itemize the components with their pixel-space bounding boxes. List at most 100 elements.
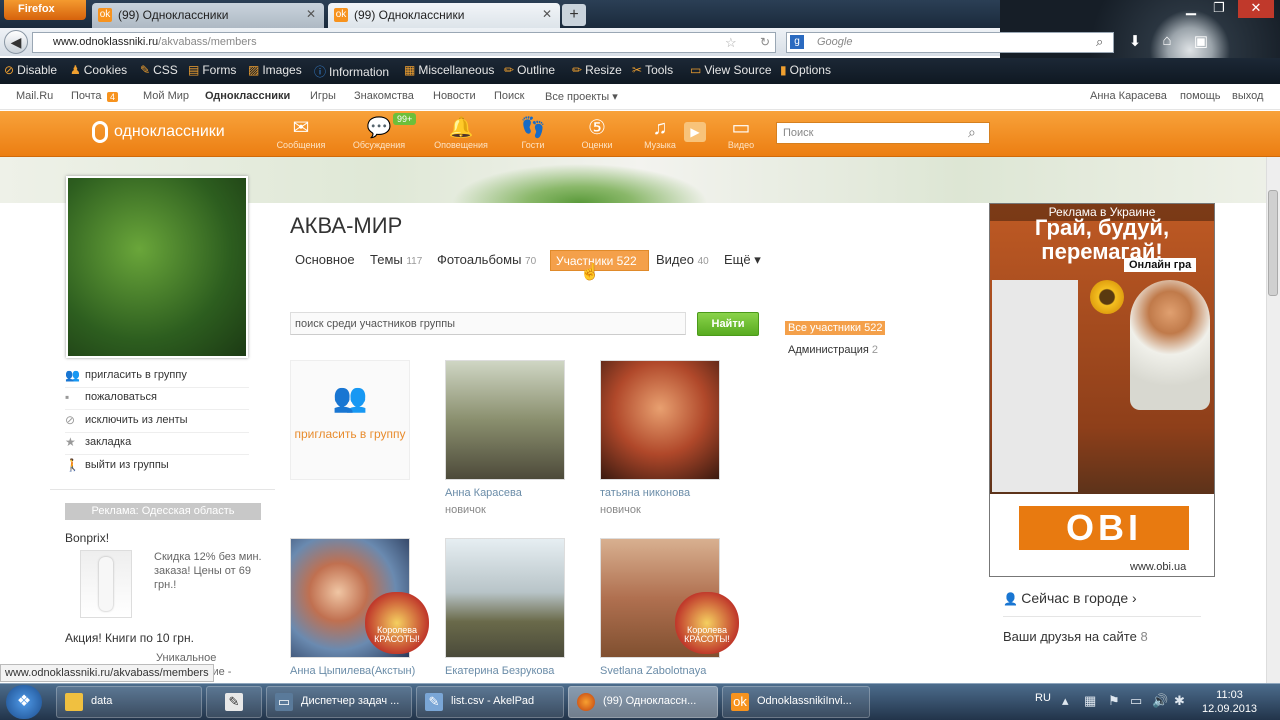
new-tab-button[interactable]: + (562, 4, 586, 26)
google-engine-icon[interactable]: g (790, 35, 804, 49)
firefox-menu-button[interactable]: Firefox (4, 0, 86, 20)
tab-main[interactable]: Основное (295, 252, 355, 267)
topline-mail[interactable]: Почта (71, 90, 102, 102)
taskbar-data-folder[interactable]: data (56, 686, 202, 718)
tray-network-icon[interactable]: ▦ (1084, 693, 1096, 709)
invite-card[interactable]: 👥 пригласить в группу (290, 360, 410, 480)
scrollbar-thumb[interactable] (1268, 190, 1278, 296)
find-button[interactable]: Найти (697, 312, 759, 336)
taskbar-editor[interactable]: ✎ (206, 686, 262, 718)
tray-flag-icon[interactable]: ⚑ (1108, 693, 1120, 709)
topline-all-projects[interactable]: Все проекты ▾ (545, 90, 618, 103)
member-name[interactable]: татьяна никонова (600, 487, 690, 499)
toolbar-tools[interactable]: ✂ Tools (632, 63, 673, 77)
member-photo[interactable] (445, 360, 565, 480)
tray-monitor-icon[interactable]: ▭ (1130, 693, 1142, 709)
browser-search-input[interactable]: Google (786, 32, 1114, 53)
toolbar-miscellaneous[interactable]: ▦ Miscellaneous (404, 63, 494, 77)
maximize-icon[interactable]: ❐ (1206, 0, 1232, 18)
play-icon[interactable]: ▶ (684, 122, 706, 142)
topline-dating[interactable]: Знакомства (354, 90, 414, 102)
taskbar-ok-inviter[interactable]: ok OdnoklassnikiInvi... (722, 686, 870, 718)
close-tab-icon[interactable]: ✕ (306, 7, 316, 21)
member-photo[interactable] (445, 538, 565, 658)
ok-logo[interactable]: одноклассники (92, 121, 225, 143)
topline-logout[interactable]: выход (1232, 90, 1263, 102)
toolbar-resize[interactable]: ✏ Resize (572, 63, 622, 77)
tray-volume-icon[interactable]: 🔊 (1152, 693, 1168, 709)
bookmark-link[interactable]: ★ закладка (65, 433, 249, 455)
minimize-icon[interactable]: ▁ (1178, 0, 1204, 18)
ad-bonprix-text[interactable]: Скидка 12% без мин. заказа! Цены от 69 г… (154, 550, 262, 592)
close-tab-icon[interactable]: ✕ (542, 7, 552, 21)
city-now-link[interactable]: 👤 Сейчас в городе › (1003, 590, 1137, 606)
taskbar-firefox[interactable]: (99) Одноклассн... (568, 686, 718, 718)
reload-icon[interactable]: ↻ (760, 35, 770, 49)
tray-arrow-icon[interactable]: ▴ (1062, 693, 1069, 709)
obi-logo[interactable]: OBI (1019, 506, 1189, 550)
member-name[interactable]: Анна Карасева (445, 487, 522, 499)
toolbar-images[interactable]: ▨ Images (248, 63, 302, 77)
ok-search-input[interactable]: Поиск (776, 122, 990, 144)
bookmark-star-icon[interactable]: ☆ (725, 35, 737, 51)
address-bar[interactable]: www.odnoklassniki.ru/akvabass/members (32, 32, 776, 53)
header-video[interactable]: ▭ Видео (706, 116, 776, 150)
ad-books-title[interactable]: Акция! Книги по 10 грн. (65, 631, 194, 645)
toolbar-forms[interactable]: ▤ Forms (188, 63, 236, 77)
header-messages[interactable]: ✉ Сообщения (266, 116, 336, 150)
exclude-from-feed-link[interactable]: ⊘ исключить из ленты (65, 411, 249, 433)
person-icon: 👤 (1003, 592, 1022, 606)
tray-bluetooth-icon[interactable]: ✱ (1174, 693, 1185, 709)
taskbar-akelpad[interactable]: ✎ list.csv - AkelPad (416, 686, 564, 718)
tab-albums[interactable]: Фотоальбомы 70 (437, 252, 536, 267)
leave-group-link[interactable]: 🚶 выйти из группы (65, 456, 249, 478)
topline-help[interactable]: помощь (1180, 90, 1221, 102)
close-window-icon[interactable]: ✕ (1238, 0, 1274, 18)
member-name[interactable]: Екатерина Безрукова (445, 665, 554, 677)
complain-link[interactable]: ▪ пожаловаться (65, 388, 249, 410)
search-icon[interactable]: ⌕ (1096, 34, 1103, 50)
member-photo[interactable] (600, 360, 720, 480)
header-ratings[interactable]: ⑤ Оценки (562, 116, 632, 150)
topline-odnoklassniki[interactable]: Одноклассники (205, 90, 290, 102)
topline-user-name[interactable]: Анна Карасева (1090, 90, 1167, 102)
topline-search[interactable]: Поиск (494, 90, 524, 102)
group-avatar[interactable] (66, 176, 248, 358)
tab-video[interactable]: Видео 40 (656, 252, 709, 267)
topline-games[interactable]: Игры (310, 90, 336, 102)
toolbar-view-source[interactable]: ▭ View Source (690, 63, 772, 77)
member-search-input[interactable]: поиск среди участников группы (290, 312, 686, 335)
toolbar-outline[interactable]: ✏ Outline (504, 63, 555, 77)
ok-search-icon[interactable]: ⌕ (968, 124, 976, 141)
friends-online-link[interactable]: Ваши друзья на сайте 8 (1003, 629, 1148, 644)
taskbar-clock[interactable]: 11:03 12.09.2013 (1202, 688, 1257, 716)
toolbar-disable[interactable]: ⊘ Disable (4, 63, 57, 77)
back-button[interactable]: ◀ (4, 30, 28, 54)
toolbar-css[interactable]: ✎ CSS (140, 63, 178, 77)
member-name[interactable]: Svetlana Zabolotnaya (600, 665, 706, 677)
toolbar-cookies[interactable]: ♟ Cookies (70, 63, 127, 77)
home-icon[interactable]: ⌂ (1156, 32, 1178, 54)
tab-topics[interactable]: Темы 117 (370, 252, 422, 267)
ad-bonprix-image[interactable] (80, 550, 132, 618)
header-notifications[interactable]: 🔔 Оповещения (426, 116, 496, 150)
filter-all-members[interactable]: Все участники 522 (785, 321, 886, 335)
toolbar-options[interactable]: ▮ Options (780, 63, 831, 77)
topline-mailru[interactable]: Mail.Ru (16, 90, 53, 102)
ad-bonprix-title[interactable]: Bonprix! (65, 531, 109, 545)
tab-more[interactable]: Ещё ▾ (724, 252, 761, 268)
taskbar-task-manager[interactable]: ▭ Диспетчер задач ... (266, 686, 412, 718)
invite-to-group-link[interactable]: 👥 пригласить в группу (65, 366, 249, 388)
topline-news[interactable]: Новости (433, 90, 476, 102)
header-guests[interactable]: 👣 Гости (498, 116, 568, 150)
member-name[interactable]: Анна Цыпилева(Акстын) (290, 665, 415, 677)
browser-tab-active[interactable]: ok (99) Одноклассники ✕ (328, 3, 560, 28)
filter-administration[interactable]: Администрация 2 (788, 344, 878, 356)
download-icon[interactable]: ⬇ (1124, 32, 1146, 54)
start-button[interactable]: ❖ (6, 685, 42, 719)
language-indicator[interactable]: RU (1035, 692, 1051, 704)
bookmarks-icon[interactable]: ▣ (1190, 32, 1212, 54)
browser-tab[interactable]: ok (99) Одноклассники ✕ (92, 3, 324, 28)
toolbar-information[interactable]: ⓘ Information (314, 63, 389, 80)
topline-mymir[interactable]: Мой Мир (143, 90, 189, 102)
